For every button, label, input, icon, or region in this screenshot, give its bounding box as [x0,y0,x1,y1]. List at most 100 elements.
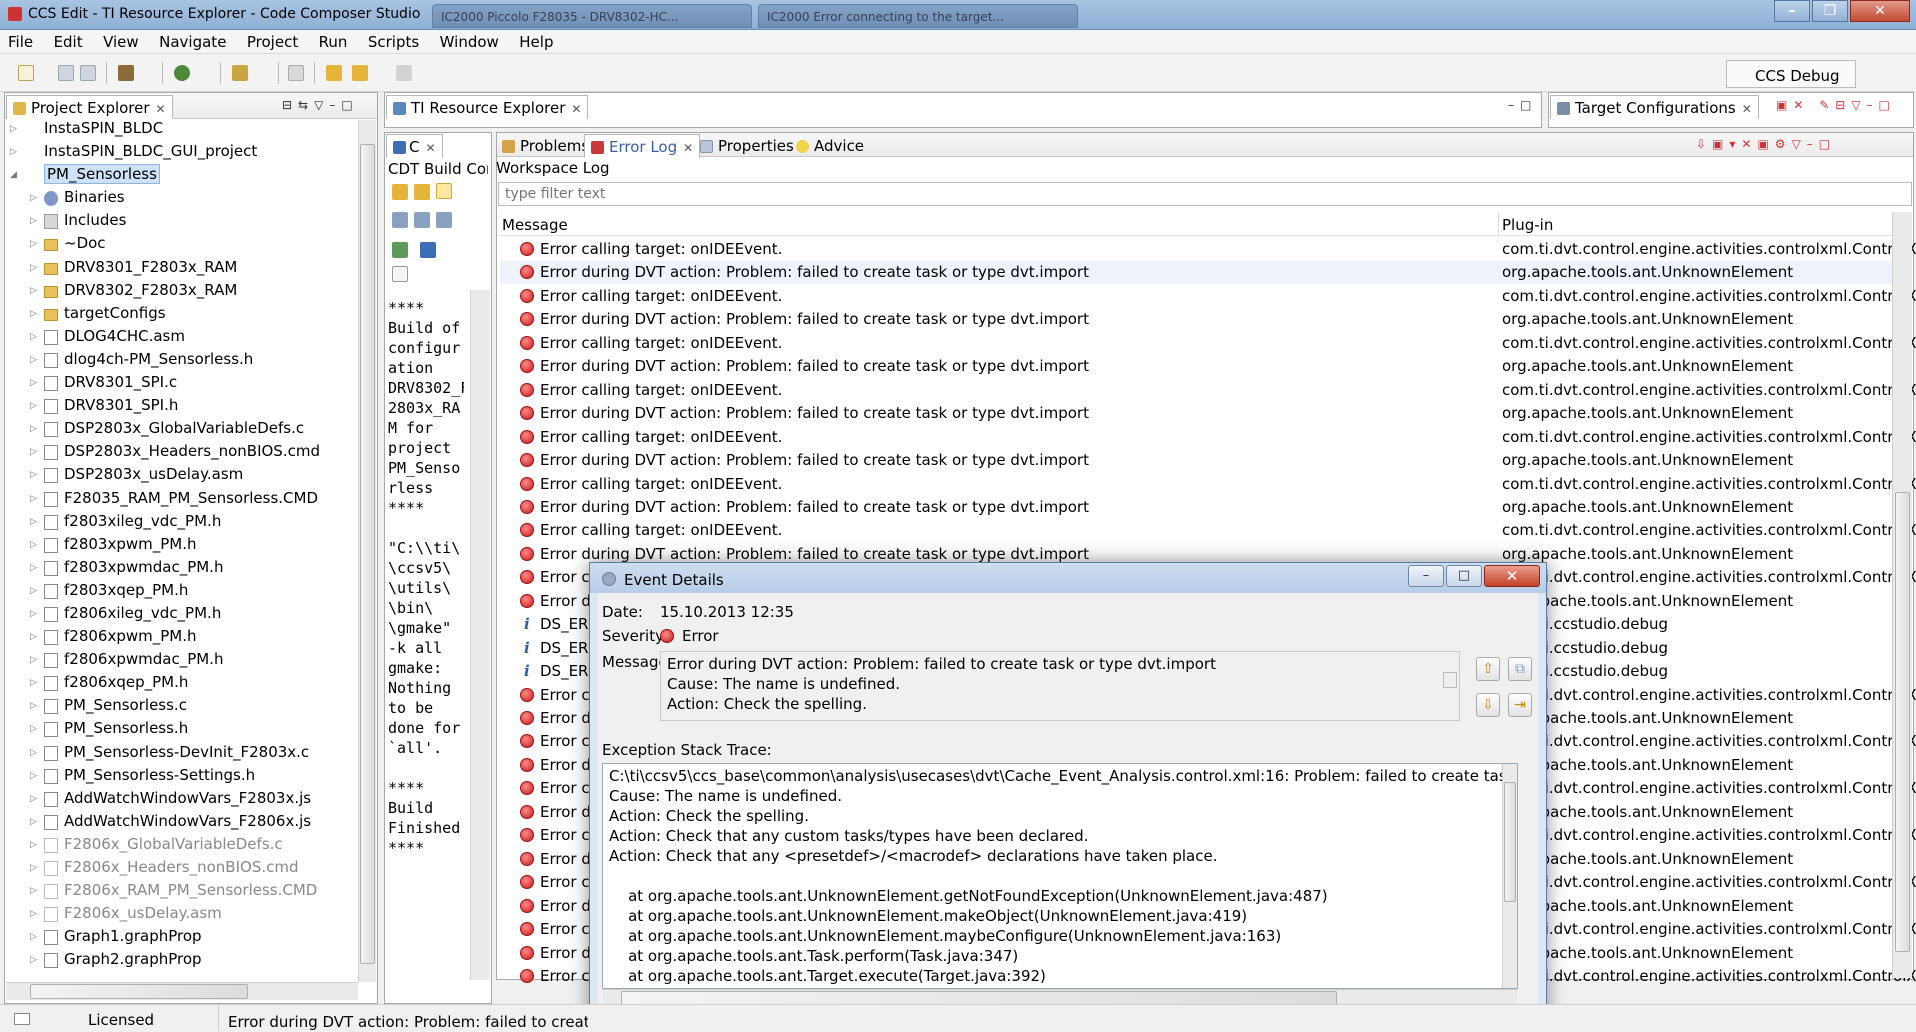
tree-item[interactable]: ▷ DSP2803x_GlobalVariableDefs.c [8,418,356,441]
debug-bug-icon[interactable] [174,65,190,81]
log-row[interactable]: Error during DVT action: Problem: failed… [500,449,1892,472]
expand-arrow-icon[interactable]: ▷ [30,239,37,249]
log-row[interactable]: Error during DVT action: Problem: failed… [500,355,1892,378]
dialog-minimize-button[interactable]: – [1408,565,1444,587]
tab-target-configurations[interactable]: Target Configurations ✕ [1550,95,1759,119]
expand-arrow-icon[interactable]: ▷ [30,655,37,665]
tree-item[interactable]: ▷ DLOG4CHC.asm [8,326,356,349]
back-arrow-icon[interactable] [352,65,368,81]
tab-error-log[interactable]: Error Log ✕ [584,134,701,158]
tree-item[interactable]: ▷ f2803xpwmdac_PM.h [8,557,356,580]
expand-arrow-icon[interactable]: ▷ [30,817,37,827]
expand-arrow-icon[interactable]: ▷ [30,886,37,896]
tree-item[interactable]: ▷ PM_Sensorless-DevInit_F2803x.c [8,742,356,765]
show-console-icon[interactable] [436,183,452,199]
expand-arrow-icon[interactable]: ▷ [10,147,17,157]
project-tree-vscrollbar[interactable] [358,120,376,982]
menu-view[interactable]: View [95,30,147,51]
tree-item[interactable]: ▷ F2806x_usDelay.asm [8,903,356,926]
expand-arrow-icon[interactable]: ▷ [30,216,37,226]
expand-arrow-icon[interactable]: ▷ [30,401,37,411]
log-row[interactable]: Error calling target: onIDEEvent. com.ti.… [500,379,1916,402]
log-row[interactable]: Error calling target: onIDEEvent. com.ti.… [500,332,1916,355]
stack-trace-vscrollbar[interactable] [1502,764,1517,988]
maximize-button[interactable]: ❐ [1812,0,1848,22]
close-icon[interactable]: ✕ [425,141,435,155]
resource-explorer-view-controls[interactable]: –□ [1508,98,1537,112]
tree-item[interactable]: ▷ DRV8302_F2803x_RAM [8,280,356,303]
expand-arrow-icon[interactable]: ▷ [30,863,37,873]
message-text[interactable]: Error during DVT action: Problem: failed… [660,651,1460,721]
expand-arrow-icon[interactable]: ▷ [30,724,37,734]
menu-file[interactable]: File [0,30,41,51]
tree-item[interactable]: ▷ PM_Sensorless.c [8,695,356,718]
expand-arrow-icon[interactable]: ▷ [30,447,37,457]
log-row[interactable]: Error calling target: onIDEEvent. com.ti.… [500,473,1916,496]
tab-advice[interactable]: Advice [790,134,870,158]
tree-item[interactable]: ▷ DRV8301_F2803x_RAM [8,257,356,280]
taskbar-window-2[interactable]: IC2000 Error connecting to the target... [758,4,1078,28]
last-edit-icon[interactable] [326,65,342,81]
tree-item[interactable]: ▷ Graph2.graphProp [8,949,356,972]
expand-arrow-icon[interactable]: ▷ [30,586,37,596]
tab-console[interactable]: C ✕ [386,134,443,158]
tree-item[interactable]: ▷ F2806x_RAM_PM_Sensorless.CMD [8,880,356,903]
log-row[interactable]: Error during DVT action: Problem: failed… [500,496,1892,519]
expand-arrow-icon[interactable]: ▷ [30,332,37,342]
scroll-lock-icon[interactable] [392,184,408,200]
expand-arrow-icon[interactable]: ▷ [30,632,37,642]
expand-arrow-icon[interactable]: ▷ [30,840,37,850]
expand-arrow-icon[interactable]: ▷ [30,678,37,688]
message-scroll-thumb[interactable] [1443,672,1457,688]
expand-arrow-icon[interactable]: ▷ [30,609,37,619]
expand-arrow-icon[interactable]: ▷ [30,286,37,296]
tree-item[interactable]: ▷ PM_Sensorless-Settings.h [8,765,356,788]
tree-item[interactable]: ▷ f2806xqep_PM.h [8,672,356,695]
close-window-button[interactable]: ✕ [1850,0,1910,22]
tree-item[interactable]: ▷ AddWatchWindowVars_F2806x.js [8,811,356,834]
expand-arrow-icon[interactable]: ▷ [30,378,37,388]
copy-event-button[interactable]: ⧉ [1508,657,1532,681]
log-row[interactable]: Error calling target: onIDEEvent. com.ti.… [500,238,1916,261]
log-row[interactable]: Error during DVT action: Problem: failed… [500,402,1892,425]
tab-properties[interactable]: Properties [694,134,800,158]
tree-item[interactable]: ▷ dlog4ch-PM_Sensorless.h [8,349,356,372]
target-config-view-controls[interactable]: ▣✕ ✎⊟▽–□ [1776,98,1896,112]
tree-item[interactable]: ▷ DSP2803x_Headers_nonBIOS.cmd [8,441,356,464]
next-event-button[interactable]: ⇩ [1476,693,1500,717]
tree-item[interactable]: ▷ targetConfigs [8,303,356,326]
menu-help[interactable]: Help [511,30,561,51]
expand-arrow-icon[interactable]: ▷ [30,932,37,942]
filter-event-button[interactable]: ⇥ [1508,693,1532,717]
column-plugin[interactable]: Plug-in [1502,216,1553,234]
log-row[interactable]: Error during DVT action: Problem: failed… [500,308,1892,331]
close-icon[interactable]: ✕ [1742,102,1752,116]
error-log-view-controls[interactable]: ⇩▣▾✕▣⚙▽–□ [1696,137,1836,151]
display-selected-console-icon[interactable] [420,242,436,258]
expand-arrow-icon[interactable]: ▷ [30,563,37,573]
menu-navigate[interactable]: Navigate [151,30,234,51]
expand-arrow-icon[interactable]: ▷ [30,424,37,434]
new-console-icon[interactable] [392,266,408,282]
clear-console-icon[interactable] [392,212,408,228]
expand-arrow-icon[interactable]: ▷ [30,540,37,550]
open-console-icon[interactable] [392,242,408,258]
console-vscrollbar[interactable] [470,290,490,980]
filter-input[interactable] [498,182,1912,206]
error-log-vscrollbar[interactable] [1892,212,1912,978]
save-all-icon[interactable] [80,65,96,81]
tree-item[interactable]: ◢ PM_Sensorless [8,164,356,187]
tree-item[interactable]: ▷ InstaSPIN_BLDC [8,118,356,141]
expand-arrow-icon[interactable]: ▷ [30,193,37,203]
collapse-arrow-icon[interactable]: ◢ [10,170,17,180]
previous-event-button[interactable]: ⇧ [1476,657,1500,681]
tree-item[interactable]: ▷ Graph1.graphProp [8,926,356,949]
new-icon[interactable] [18,65,34,81]
close-icon[interactable]: ✕ [156,102,166,116]
scroll-thumb[interactable] [1895,492,1910,952]
scroll-thumb[interactable] [30,984,248,999]
pin-console-icon[interactable] [414,184,430,200]
tree-item[interactable]: ▷ F2806x_Headers_nonBIOS.cmd [8,857,356,880]
tree-item[interactable]: ▷ PM_Sensorless.h [8,718,356,741]
tree-item[interactable]: ▷ DSP2803x_usDelay.asm [8,464,356,487]
